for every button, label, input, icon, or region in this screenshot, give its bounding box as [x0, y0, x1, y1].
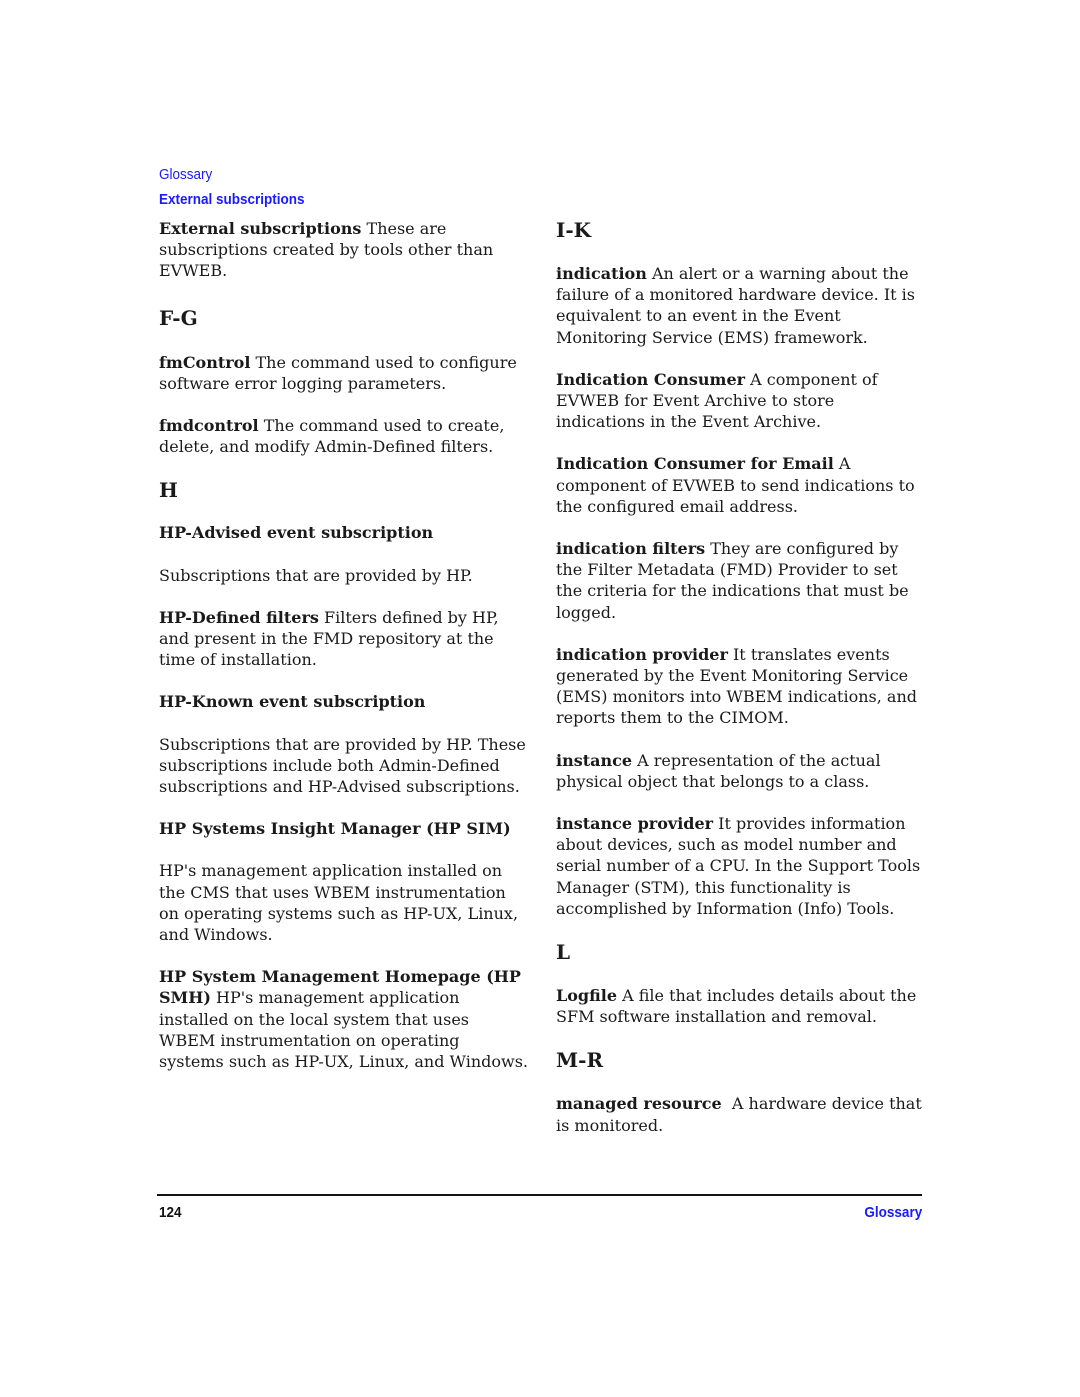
glossary-entry: Indication Consumer for Email A componen…	[556, 453, 926, 517]
definition: Subscriptions that are provided by HP. T…	[159, 734, 526, 797]
glossary-entry: indication filters They are configured b…	[556, 538, 926, 623]
term: HP-Defined filters	[159, 607, 319, 627]
term-heading: HP Systems Insight Manager (HP SIM)	[159, 819, 511, 839]
term-heading: HP-Advised event subscription	[159, 523, 434, 543]
footer-divider	[157, 1194, 922, 1196]
footer-chapter-title: Glossary	[864, 1204, 922, 1221]
term: indication	[556, 264, 647, 283]
section-heading: M-R	[556, 1048, 604, 1073]
definition: HP's management application installed on…	[159, 988, 528, 1072]
right-column: I-K indication An alert or a warning abo…	[556, 218, 926, 1157]
glossary-entry: HP System Management Homepage (HP SMH) H…	[159, 966, 529, 1072]
term: managed resource	[556, 1094, 722, 1114]
glossary-entry: fmdcontrol The command used to create, d…	[159, 415, 529, 457]
glossary-entry: Indication Consumer A component of EVWEB…	[556, 369, 926, 433]
term: External subscriptions	[159, 219, 362, 238]
term: Logfile	[556, 986, 617, 1006]
running-header-subsection: External subscriptions	[159, 191, 305, 208]
term: indication filters	[556, 539, 706, 559]
term: fmdcontrol	[159, 416, 259, 436]
term: fmControl	[159, 352, 251, 372]
glossary-entry: Logfile A file that includes details abo…	[556, 985, 926, 1027]
term: Indication Consumer	[556, 369, 746, 389]
definition: HP's management application installed on…	[159, 861, 519, 945]
definition: Subscriptions that are provided by HP.	[159, 565, 473, 585]
glossary-entry: instance A representation of the actual …	[556, 750, 926, 792]
page-number: 124	[159, 1204, 182, 1221]
term-heading: HP-Known event subscription	[159, 692, 426, 712]
section-heading: I-K	[556, 218, 592, 242]
glossary-entry: External subscriptions These are subscri…	[159, 218, 529, 282]
section-heading: H	[159, 478, 178, 503]
section-heading: L	[556, 940, 571, 965]
glossary-entry: fmControl The command used to configure …	[159, 352, 529, 394]
section-heading: F-G	[159, 305, 198, 330]
term: instance	[556, 750, 633, 770]
glossary-entry: instance provider It provides informatio…	[556, 813, 926, 919]
term: indication provider	[556, 644, 728, 664]
glossary-entry: indication provider It translates events…	[556, 644, 926, 729]
glossary-entry: indication An alert or a warning about t…	[556, 263, 926, 348]
glossary-entry: HP-Defined filters Filters defined by HP…	[159, 607, 529, 671]
term: Indication Consumer for Email	[556, 454, 834, 474]
glossary-entry: managed resource A hardware device that …	[556, 1093, 926, 1135]
left-column: External subscriptions These are subscri…	[159, 218, 529, 1093]
running-header-section: Glossary	[159, 166, 213, 183]
term: instance provider	[556, 814, 714, 834]
